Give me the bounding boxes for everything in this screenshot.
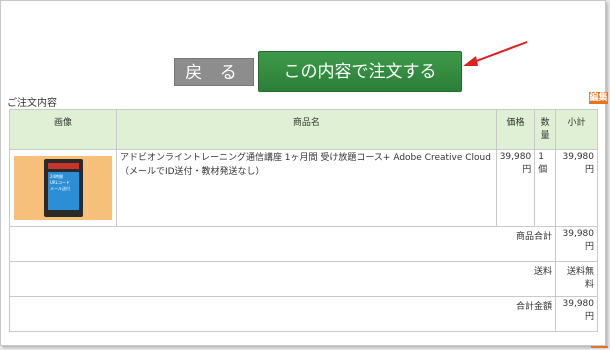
product-name: アドビオンライントレーニング通信講座 1ヶ月間 受け放題コース+ Adobe C… (115, 149, 497, 227)
back-button[interactable]: 戻 る (174, 58, 254, 86)
product-quantity: 1個 (534, 149, 557, 227)
place-order-button[interactable]: この内容で注文する (258, 51, 462, 92)
red-arrow-annotation (463, 41, 528, 66)
table-row: 24時間 URLコード メール送付 アドビオンライントレーニング通信講座 1ヶ月… (9, 149, 598, 227)
grand-total-value: 39,980 円 (555, 296, 598, 332)
shipping-label: 送料 (8, 261, 557, 297)
header-subtotal: 小計 (555, 109, 598, 150)
product-total-value: 39,980 円 (555, 226, 598, 262)
accent-bar (591, 346, 608, 348)
page-frame: 戻 る この内容で注文する ご注文内容 編集 画像 商品名 価格 数量 小計 2… (0, 0, 608, 346)
product-thumbnail[interactable]: 24時間 URLコード メール送付 (13, 156, 112, 220)
order-table: 画像 商品名 価格 数量 小計 24時間 URLコード メール送付 アドビオンラ… (8, 109, 598, 332)
shipping-row: 送料 送料無料 (8, 261, 598, 297)
product-subtotal: 39,980 円 (555, 149, 598, 227)
header-image: 画像 (9, 109, 117, 150)
product-card-image: 24時間 URLコード メール送付 (43, 159, 83, 217)
edit-button[interactable]: 編集 (589, 92, 608, 104)
grand-total-label: 合計金額 (8, 296, 557, 332)
table-header-row: 画像 商品名 価格 数量 小計 (9, 109, 598, 150)
header-price: 価格 (495, 109, 536, 150)
header-product-name: 商品名 (115, 109, 497, 150)
product-price: 39,980 円 (495, 149, 536, 227)
product-total-row: 商品合計 39,980 円 (8, 226, 598, 262)
order-details-title: ご注文内容 (7, 98, 57, 109)
shipping-value: 送料無料 (555, 261, 598, 297)
product-total-label: 商品合計 (8, 226, 557, 262)
header-quantity: 数量 (534, 109, 557, 150)
grand-total-row: 合計金額 39,980 円 (8, 296, 598, 332)
product-image-cell: 24時間 URLコード メール送付 (9, 149, 117, 227)
